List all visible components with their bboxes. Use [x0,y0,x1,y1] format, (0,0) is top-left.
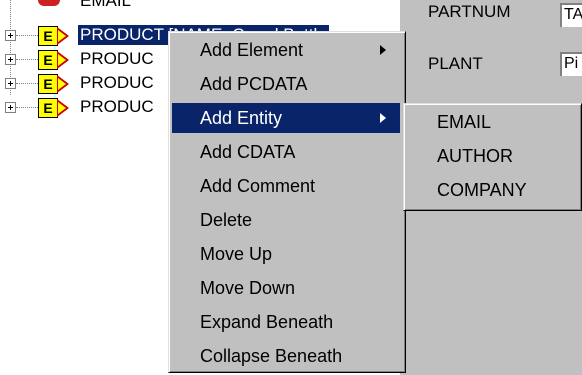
element-arrow-icon [57,51,69,69]
menu-item-move-up[interactable]: Move Up [172,239,400,269]
menu-item-label: Collapse Beneath [200,346,343,366]
attr-label-partnum: PARTNUM [428,2,511,21]
menu-item-expand-beneath[interactable]: Expand Beneath [172,307,400,337]
menu-item-label: Delete [200,210,253,230]
menu-item-add-cdata[interactable]: Add CDATA [172,137,400,167]
element-badge-icon: E [38,26,58,46]
menu-item-label: Move Down [200,278,296,298]
comment-node-icon [38,0,60,6]
attr-label-plant: PLANT [428,54,483,73]
attr-field-partnum[interactable]: TA [560,3,582,27]
tree-dots [16,59,38,61]
tree-dots [16,107,38,109]
menu-item-add-element[interactable]: Add Element [172,35,400,65]
element-badge-icon: E [38,50,58,70]
element-arrow-icon [57,75,69,93]
element-badge-icon: E [38,98,58,118]
submenu-item-company[interactable]: COMPANY [407,175,579,205]
menu-item-label: Add PCDATA [200,74,308,94]
menu-item-label: Add Element [200,40,304,60]
tree-dots [16,83,38,85]
tree-dots [16,35,38,37]
menu-item-add-entity[interactable]: Add Entity [172,103,400,133]
expand-plus-icon[interactable] [5,54,16,65]
menu-item-move-down[interactable]: Move Down [172,273,400,303]
menu-item-label: Add Entity [200,108,283,128]
expand-plus-icon[interactable] [5,78,16,89]
context-menu: Add Element Add PCDATA Add Entity Add CD… [168,31,406,373]
submenu-arrow-icon [380,113,386,123]
tree-node-label: PRODUC [80,97,154,116]
tree-node-label: EMAIL [80,0,132,10]
tree-node-label: PRODUC [80,49,154,68]
entity-submenu: EMAIL AUTHOR COMPANY [403,103,582,211]
expand-plus-icon[interactable] [5,102,16,113]
element-badge-icon: E [38,74,58,94]
submenu-arrow-icon [380,45,386,55]
element-arrow-icon [57,99,69,117]
element-arrow-icon [57,27,69,45]
menu-item-add-pcdata[interactable]: Add PCDATA [172,69,400,99]
menu-item-collapse-beneath[interactable]: Collapse Beneath [172,341,400,371]
menu-item-add-comment[interactable]: Add Comment [172,171,400,201]
attr-field-plant[interactable]: Pi [560,52,582,76]
expand-plus-icon[interactable] [5,30,16,41]
menu-item-label: Add CDATA [200,142,296,162]
submenu-item-email[interactable]: EMAIL [407,107,579,137]
menu-item-label: Add Comment [200,176,316,196]
menu-item-label: Expand Beneath [200,312,334,332]
tree-node-label: PRODUC [80,73,154,92]
menu-item-delete[interactable]: Delete [172,205,400,235]
submenu-item-author[interactable]: AUTHOR [407,141,579,171]
menu-item-label: Move Up [200,244,273,264]
